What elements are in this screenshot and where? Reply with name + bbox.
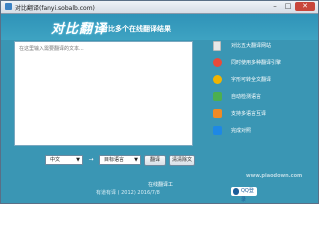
- app-slogan: 对比多个在线翻译结果: [101, 24, 171, 33]
- close-button[interactable]: ✕: [295, 2, 315, 11]
- app-logo: 对比翻译: [51, 22, 108, 37]
- feature-label: 支持多语言互译: [231, 111, 267, 117]
- footer-link[interactable]: 在线翻译工: [148, 181, 173, 188]
- title-bar: 对比翻译(fanyi.sobalb.com) – □ ✕: [1, 1, 318, 14]
- feature-label: 对比五大翻译网站: [231, 43, 272, 49]
- maximize-button[interactable]: □: [282, 2, 294, 11]
- qq-login-button[interactable]: QQ登录: [231, 187, 257, 203]
- source-language-select[interactable]: 中文 ▼: [45, 155, 83, 165]
- feature-label: 完成对照: [231, 128, 252, 134]
- app-window: 对比翻译(fanyi.sobalb.com) – □ ✕ 对比翻译 对比多个在线…: [0, 0, 319, 204]
- feature-label: 同时使用多种翻译引擎: [231, 60, 282, 66]
- source-text-input[interactable]: [14, 41, 193, 146]
- compare-icon: [213, 41, 221, 51]
- feature-label: 自动检测语言: [231, 94, 262, 100]
- footer-copyright: 有道有译 ( 2012) 2016/7/8: [96, 190, 160, 196]
- feature-item-engines[interactable]: 同时使用多种翻译引擎: [209, 56, 287, 70]
- detect-icon: [213, 92, 222, 101]
- feature-item-detect[interactable]: 自动检测语言: [209, 90, 287, 104]
- minimize-button[interactable]: –: [269, 2, 281, 11]
- check-icon: [213, 126, 222, 135]
- languages-icon: [213, 109, 222, 118]
- window-title: 对比翻译(fanyi.sobalb.com): [15, 5, 95, 12]
- glyph-icon: [213, 75, 222, 84]
- arrow-right-icon: →: [88, 156, 94, 163]
- feature-item-check[interactable]: 完成对照: [209, 124, 287, 138]
- translate-button[interactable]: 翻译: [144, 155, 166, 166]
- feature-item-glyph[interactable]: 字形可转全文翻译: [209, 73, 287, 87]
- engines-icon: [213, 58, 222, 67]
- clear-button[interactable]: 清清除文: [169, 155, 195, 166]
- qq-login-label: QQ登录: [241, 188, 254, 203]
- feature-item-languages[interactable]: 支持多语言互译: [209, 107, 287, 121]
- target-language-value: 目标语言: [104, 157, 125, 163]
- chevron-down-icon: ▼: [134, 157, 138, 163]
- feature-label: 字形可转全文翻译: [231, 77, 272, 83]
- watermark-text: www.piaodown.com: [246, 173, 303, 179]
- app-icon: [5, 3, 12, 10]
- target-language-select[interactable]: 目标语言 ▼: [99, 155, 141, 165]
- feature-item-compare[interactable]: 对比五大翻译网站: [209, 39, 287, 53]
- qq-icon: [233, 188, 239, 195]
- chevron-down-icon: ▼: [76, 157, 80, 163]
- source-language-value: 中文: [50, 157, 61, 163]
